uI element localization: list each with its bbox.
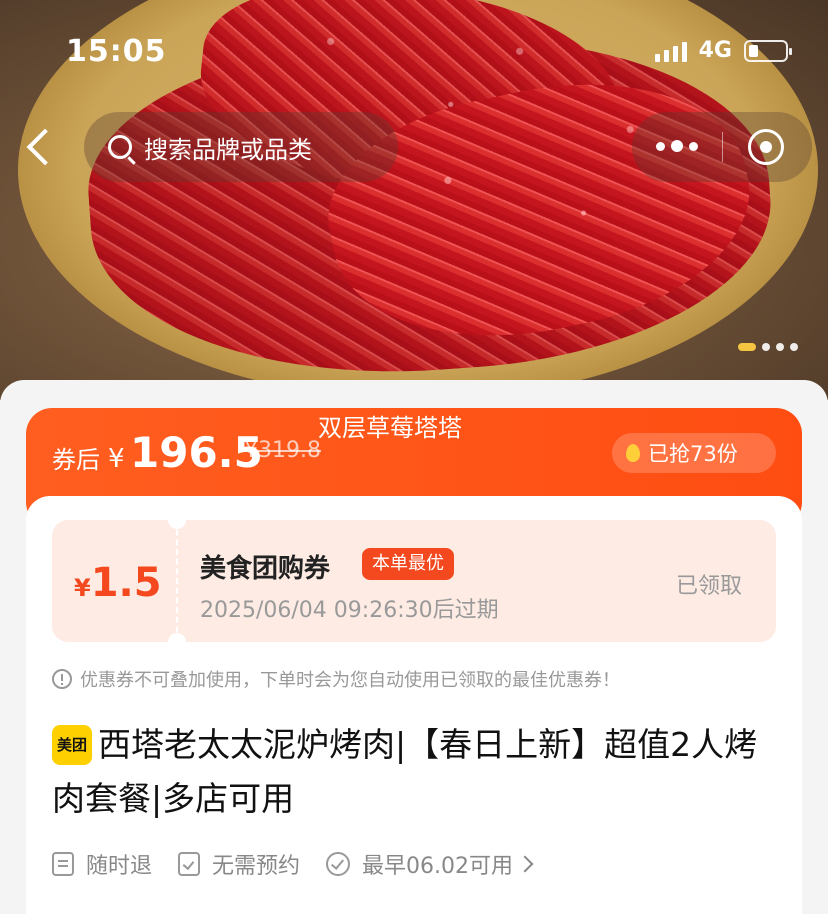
- refund-doc-icon: [52, 852, 74, 876]
- price-label: 券后: [52, 446, 100, 474]
- search-icon: [108, 135, 132, 159]
- network-type: 4G: [698, 38, 732, 63]
- status-indicators: 4G: [654, 38, 792, 63]
- pager-dot: [762, 343, 770, 351]
- product-title: 美团 西塔老太太泥炉烤肉|【春日上新】超值2人烤肉套餐|多店可用: [52, 718, 776, 826]
- pager-dot: [738, 343, 756, 351]
- original-price: ¥319.8: [244, 438, 321, 463]
- chevron-right-icon: [516, 855, 534, 873]
- miniapp-capsule: [632, 112, 812, 182]
- info-icon: [52, 669, 72, 689]
- capsule-divider: [722, 132, 723, 162]
- back-button[interactable]: [20, 126, 60, 166]
- status-time: 15:05: [66, 34, 167, 69]
- search-bar[interactable]: 搜索品牌或品类: [84, 112, 398, 182]
- price-value: 196.5: [130, 428, 263, 477]
- coupon-notch: [168, 633, 186, 651]
- more-icon[interactable]: [656, 140, 698, 152]
- meituan-logo: 美团: [52, 725, 92, 765]
- sold-count-badge: 已抢73份: [612, 433, 776, 473]
- pager-dot: [776, 343, 784, 351]
- coupon-notice: 优惠券不可叠加使用，下单时会为您自动使用已领取的最佳优惠券！: [52, 666, 620, 692]
- feature-item: 最早06.02可用: [326, 848, 534, 880]
- coupon-amount-value: 1.5: [90, 560, 162, 606]
- search-placeholder: 搜索品牌或品类: [144, 135, 312, 164]
- feature-label: 随时退: [86, 854, 153, 879]
- best-coupon-tag: 本单最优: [362, 548, 454, 580]
- coupon-expire: 2025/06/04 09:26:30后过期: [200, 598, 499, 623]
- signal-icon: [654, 40, 687, 62]
- price-currency: ¥: [108, 444, 125, 474]
- battery-icon: [744, 39, 792, 62]
- feature-item: 随时退: [52, 848, 152, 880]
- coupon-amount: ¥1.5: [74, 560, 162, 606]
- feature-list[interactable]: 随时退 无需预约 最早06.02可用: [52, 848, 557, 880]
- pager-dot: [790, 343, 798, 351]
- calendar-check-icon: [178, 852, 201, 876]
- feature-label: 最早06.02可用: [362, 854, 514, 879]
- close-miniapp-icon[interactable]: [748, 129, 784, 165]
- product-title-text: 西塔老太太泥炉烤肉|【春日上新】超值2人烤肉套餐|多店可用: [52, 725, 758, 818]
- feature-label: 无需预约: [212, 854, 301, 879]
- coupon-divider: [176, 520, 178, 642]
- coupon-notch: [168, 511, 186, 529]
- coupon-currency: ¥: [74, 574, 91, 602]
- feature-item: 无需预约: [178, 848, 300, 880]
- fire-icon: [626, 444, 640, 462]
- coupon-status[interactable]: 已领取: [676, 568, 742, 600]
- notice-text: 优惠券不可叠加使用，下单时会为您自动使用已领取的最佳优惠券！: [80, 670, 620, 691]
- sold-count-text: 已抢73份: [648, 442, 738, 466]
- coupon-name: 美食团购券: [200, 554, 331, 584]
- check-circle-icon: [326, 852, 351, 876]
- image-pager: [738, 343, 798, 351]
